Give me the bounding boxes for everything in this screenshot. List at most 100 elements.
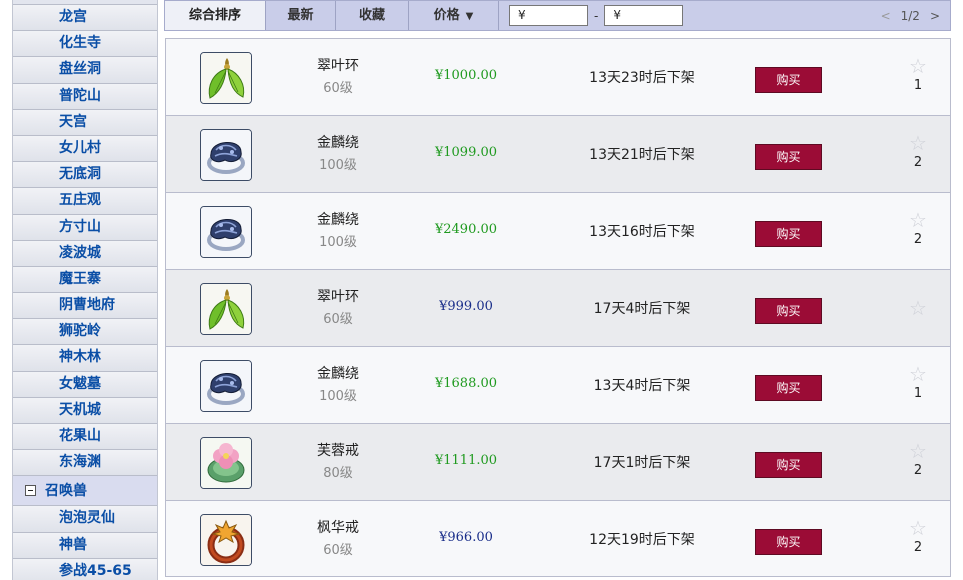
sidebar-item-shenmulin[interactable]: 神木林 xyxy=(13,345,157,372)
sidebar-item-mowangzhai[interactable]: 魔王寨 xyxy=(13,266,157,294)
jade-leaf-ring-icon[interactable] xyxy=(200,283,252,335)
sidebar-item-lingbocheng[interactable]: 凌波城 xyxy=(13,240,157,267)
favorite-count: 2 xyxy=(913,463,923,478)
item-price: ¥1000.00 xyxy=(434,68,498,83)
tab-favorites[interactable]: 收藏 xyxy=(336,1,409,30)
price-max-input[interactable]: ¥ xyxy=(604,5,684,26)
sidebar-item-shituoling[interactable]: 狮驼岭 xyxy=(13,319,157,346)
star-icon[interactable]: ☆ xyxy=(900,363,936,385)
item-info: 金麟绕 100级 xyxy=(288,134,388,176)
item-name[interactable]: 芙蓉戒 xyxy=(288,442,388,460)
delist-time: 12天19时后下架 xyxy=(589,532,695,548)
item-name[interactable]: 金麟绕 xyxy=(288,134,388,152)
sidebar-item-putuoshan[interactable]: 普陀山 xyxy=(13,83,157,110)
item-price: ¥2490.00 xyxy=(434,222,498,237)
chevron-down-icon: ▼ xyxy=(465,11,474,22)
sidebar-item-donghaiyuan[interactable]: 东海渊 xyxy=(13,450,157,477)
item-info: 枫华戒 60级 xyxy=(288,519,388,561)
sidebar-item-nubamu[interactable]: 女魃墓 xyxy=(13,371,157,398)
star-icon[interactable]: ☆ xyxy=(900,209,936,231)
buy-button[interactable]: 购买 xyxy=(755,221,822,247)
item-name[interactable]: 枫华戒 xyxy=(288,519,388,537)
favorite-group: ☆ 2 xyxy=(900,132,936,172)
delist-time: 13天16时后下架 xyxy=(589,224,695,240)
item-level: 60级 xyxy=(323,81,353,96)
next-page-icon[interactable]: > xyxy=(930,9,940,23)
tab-comprehensive-sort[interactable]: 综合排序 xyxy=(165,1,266,30)
favorite-count: 1 xyxy=(913,78,923,93)
favorite-group: ☆ 1 xyxy=(900,363,936,403)
buy-button[interactable]: 购买 xyxy=(755,529,822,555)
buy-button[interactable]: 购买 xyxy=(755,144,822,170)
sidebar-item-yincaodifu[interactable]: 阴曹地府 xyxy=(13,293,157,320)
jade-leaf-ring-icon[interactable] xyxy=(200,52,252,104)
tab-latest[interactable]: 最新 xyxy=(266,1,336,30)
item-name[interactable]: 金麟绕 xyxy=(288,211,388,229)
maple-ring-icon[interactable] xyxy=(200,514,252,566)
sidebar-item-longgong[interactable]: 龙宫 xyxy=(13,5,157,32)
favorite-count: 2 xyxy=(913,540,923,555)
sidebar-item-tiangong[interactable]: 天宫 xyxy=(13,109,157,136)
item-level: 60级 xyxy=(323,543,353,558)
favorite-group: ☆ 1 xyxy=(900,55,936,95)
listing-row: 金麟绕 100级 ¥1688.00 13天4时后下架 购买 ☆ 1 xyxy=(165,346,951,423)
tab-price[interactable]: 价格 ▼ xyxy=(409,1,499,30)
favorite-group: ☆ 2 xyxy=(900,209,936,249)
star-icon[interactable]: ☆ xyxy=(900,297,936,319)
sidebar-category-summons[interactable]: 召唤兽 xyxy=(13,476,157,507)
collapse-icon[interactable] xyxy=(25,485,36,497)
sidebar-item-huaguoshan[interactable]: 花果山 xyxy=(13,424,157,451)
delist-time: 17天1时后下架 xyxy=(593,455,691,471)
sidebar-item-canzhan[interactable]: 参战45-65 xyxy=(13,558,157,580)
star-icon[interactable]: ☆ xyxy=(900,440,936,462)
favorite-group: ☆ xyxy=(900,297,936,319)
buy-button[interactable]: 购买 xyxy=(755,67,822,93)
star-icon[interactable]: ☆ xyxy=(900,517,936,539)
listing-row: 翠叶环 60级 ¥1000.00 13天23时后下架 购买 ☆ 1 xyxy=(165,38,951,115)
delist-time: 13天21时后下架 xyxy=(589,147,695,163)
sidebar-item-shenshou[interactable]: 神兽 xyxy=(13,532,157,559)
listing-row: 翠叶环 60级 ¥999.00 17天4时后下架 购买 ☆ xyxy=(165,269,951,346)
price-min-input[interactable]: ¥ xyxy=(509,5,588,26)
sidebar-item-fangcunshan[interactable]: 方寸山 xyxy=(13,214,157,241)
sidebar-item-huashengsi[interactable]: 化生寺 xyxy=(13,31,157,58)
sidebar-item-wudidong[interactable]: 无底洞 xyxy=(13,162,157,189)
dragon-ring-icon[interactable] xyxy=(200,129,252,181)
pagination: < 1/2 > xyxy=(881,9,940,23)
sidebar-item-tianjicheng[interactable]: 天机城 xyxy=(13,397,157,424)
star-icon[interactable]: ☆ xyxy=(900,132,936,154)
delist-time: 13天23时后下架 xyxy=(589,70,695,86)
item-info: 金麟绕 100级 xyxy=(288,365,388,407)
tab-price-label: 价格 xyxy=(433,8,460,23)
item-level: 60级 xyxy=(323,312,353,327)
favorite-group: ☆ 2 xyxy=(900,517,936,557)
favorite-count: 1 xyxy=(913,386,923,401)
item-name[interactable]: 翠叶环 xyxy=(288,57,388,75)
dragon-ring-icon[interactable] xyxy=(200,360,252,412)
favorite-group: ☆ 2 xyxy=(900,440,936,480)
item-name[interactable]: 翠叶环 xyxy=(288,288,388,306)
prev-page-icon[interactable]: < xyxy=(881,9,891,23)
star-icon[interactable]: ☆ xyxy=(900,55,936,77)
dragon-ring-icon[interactable] xyxy=(200,206,252,258)
buy-button[interactable]: 购买 xyxy=(755,375,822,401)
sidebar-item-wuzhuangguan[interactable]: 五庄观 xyxy=(13,188,157,215)
item-info: 翠叶环 60级 xyxy=(288,57,388,99)
delist-time: 13天4时后下架 xyxy=(593,378,691,394)
lotus-ring-icon[interactable] xyxy=(200,437,252,489)
listing-table: 翠叶环 60级 ¥1000.00 13天23时后下架 购买 ☆ 1 金麟绕 10… xyxy=(165,38,951,577)
sidebar-item-pansidong[interactable]: 盘丝洞 xyxy=(13,57,157,84)
sort-toolbar: 综合排序 最新 收藏 价格 ▼ ¥ - ¥ < 1/2 > xyxy=(164,0,951,31)
buy-button[interactable]: 购买 xyxy=(755,298,822,324)
item-price: ¥1688.00 xyxy=(434,376,498,391)
item-level: 80级 xyxy=(323,466,353,481)
item-price: ¥1099.00 xyxy=(434,145,498,160)
sidebar-nav: 龙宫 化生寺 盘丝洞 普陀山 天宫 女儿村 无底洞 五庄观 方寸山 凌波城 魔王… xyxy=(12,0,158,580)
sidebar-item-paopao[interactable]: 泡泡灵仙 xyxy=(13,506,157,533)
buy-button[interactable]: 购买 xyxy=(755,452,822,478)
listing-row: 枫华戒 60级 ¥966.00 12天19时后下架 购买 ☆ 2 xyxy=(165,500,951,577)
item-name[interactable]: 金麟绕 xyxy=(288,365,388,383)
sidebar-item-nuercun[interactable]: 女儿村 xyxy=(13,135,157,163)
page-indicator: 1/2 xyxy=(900,8,920,23)
listing-row: 芙蓉戒 80级 ¥1111.00 17天1时后下架 购买 ☆ 2 xyxy=(165,423,951,500)
